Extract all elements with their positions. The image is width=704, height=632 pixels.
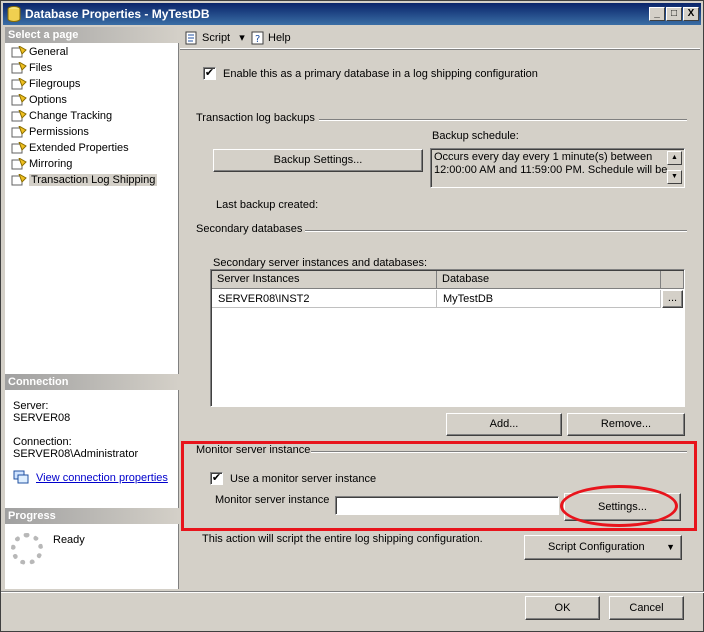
help-toolbar-button[interactable]: ? Help — [250, 30, 291, 46]
property-page-icon — [11, 62, 27, 74]
connection-properties-icon — [13, 470, 29, 484]
footer-divider — [1, 591, 704, 593]
title-bar[interactable]: Database Properties - MyTestDB _ □ X — [3, 3, 701, 25]
maximize-button[interactable]: □ — [666, 7, 682, 21]
tlog-section-divider — [319, 119, 687, 121]
dropdown-arrow-icon: ▼ — [666, 542, 675, 552]
sidebar-item-label: Change Tracking — [29, 110, 113, 122]
last-backup-label: Last backup created: — [216, 199, 319, 211]
sidebar-item-label: Permissions — [29, 126, 89, 138]
script-label: Script — [202, 32, 231, 44]
svg-text:?: ? — [255, 34, 260, 45]
close-button[interactable]: X — [683, 7, 699, 21]
enable-primary-label: Enable this as a primary database in a l… — [223, 68, 538, 80]
sidebar-item-label: Options — [29, 94, 67, 106]
property-page-icon — [11, 174, 27, 186]
script-toolbar-button[interactable]: Script ▾ — [184, 30, 245, 46]
grid-cell-database[interactable]: MyTestDB — [437, 290, 661, 308]
toolbar: Script ▾ ? Help — [180, 27, 700, 49]
sidebar-item-permissions[interactable]: Permissions — [11, 124, 89, 140]
sidebar-item-mirroring[interactable]: Mirroring — [11, 156, 72, 172]
progress-header: Progress — [5, 508, 179, 524]
red-highlight-oval — [560, 485, 678, 527]
script-configuration-button[interactable]: Script Configuration ▼ — [524, 535, 682, 560]
sidebar-item-general[interactable]: General — [11, 44, 68, 60]
window-title: Database Properties - MyTestDB — [25, 7, 210, 21]
property-page-icon — [11, 78, 27, 90]
database-properties-window: Database Properties - MyTestDB _ □ X Sel… — [0, 0, 704, 632]
sidebar-item-transaction-log-shipping[interactable]: Transaction Log Shipping — [11, 172, 158, 188]
column-header-server-instances[interactable]: Server Instances — [212, 271, 437, 289]
remove-button[interactable]: Remove... — [567, 413, 685, 436]
property-page-icon — [11, 126, 27, 138]
progress-status: Ready — [53, 534, 85, 546]
sidebar-item-label: General — [29, 46, 69, 58]
sidebar-item-label: Mirroring — [29, 158, 73, 170]
sidebar-item-files[interactable]: Files — [11, 60, 52, 76]
property-page-icon — [11, 158, 27, 170]
sidebar-item-label: Extended Properties — [29, 142, 129, 154]
property-page-icon — [11, 110, 27, 122]
ok-button[interactable]: OK — [525, 596, 600, 620]
connection-value: SERVER08\Administrator — [13, 448, 139, 460]
property-page-icon — [11, 142, 27, 154]
script-configuration-label: Script Configuration — [548, 541, 645, 553]
secondary-databases-grid[interactable]: Server Instances Database SERVER08\INST2… — [210, 269, 685, 407]
secondary-section-title: Secondary databases — [196, 223, 303, 235]
script-note: This action will script the entire log s… — [202, 533, 483, 545]
chevron-down-icon[interactable]: ▾ — [239, 32, 245, 44]
left-pane: Select a page General Files Filegroups Opti… — [5, 27, 179, 589]
column-header-database[interactable]: Database — [437, 271, 661, 289]
sidebar-item-extended-properties[interactable]: Extended Properties — [11, 140, 129, 156]
server-label: Server: — [13, 400, 49, 412]
property-page-icon — [11, 46, 27, 58]
property-page-icon — [11, 94, 27, 106]
backup-schedule-field: Occurs every day every 1 minute(s) betwe… — [430, 148, 685, 188]
select-page-header: Select a page — [5, 27, 179, 43]
secondary-section-divider — [305, 230, 687, 232]
database-icon — [7, 6, 21, 22]
connection-label: Connection: — [13, 436, 72, 448]
enable-primary-checkbox[interactable]: ✔ — [203, 67, 216, 80]
grid-cell-server[interactable]: SERVER08\INST2 — [212, 290, 437, 308]
grid-row-ellipsis-button[interactable]: ... — [662, 290, 683, 308]
scroll-up-icon[interactable]: ▲ — [667, 151, 682, 165]
add-button[interactable]: Add... — [446, 413, 562, 436]
server-value: SERVER08 — [13, 412, 71, 424]
cancel-button[interactable]: Cancel — [609, 596, 684, 620]
sidebar-item-label: Transaction Log Shipping — [29, 174, 158, 186]
connection-header: Connection — [5, 374, 179, 390]
view-connection-properties-link[interactable]: View connection properties — [36, 472, 168, 484]
minimize-button[interactable]: _ — [649, 7, 665, 21]
help-label: Help — [268, 32, 291, 44]
backup-schedule-label: Backup schedule: — [432, 130, 519, 142]
sidebar-item-filegroups[interactable]: Filegroups — [11, 76, 80, 92]
sidebar-item-change-tracking[interactable]: Change Tracking — [11, 108, 112, 124]
backup-schedule-text: Occurs every day every 1 minute(s) betwe… — [434, 151, 668, 176]
sidebar-item-options[interactable]: Options — [11, 92, 67, 108]
help-icon: ? — [251, 31, 264, 45]
sidebar-item-label: Files — [29, 62, 53, 74]
script-icon — [185, 31, 197, 45]
backup-settings-button[interactable]: Backup Settings... — [213, 149, 423, 172]
tlog-section-title: Transaction log backups — [196, 112, 315, 124]
sidebar-item-label: Filegroups — [29, 78, 81, 90]
scroll-down-icon[interactable]: ▼ — [667, 170, 682, 184]
progress-spinner-icon — [11, 533, 43, 565]
column-header-blank — [661, 271, 684, 289]
